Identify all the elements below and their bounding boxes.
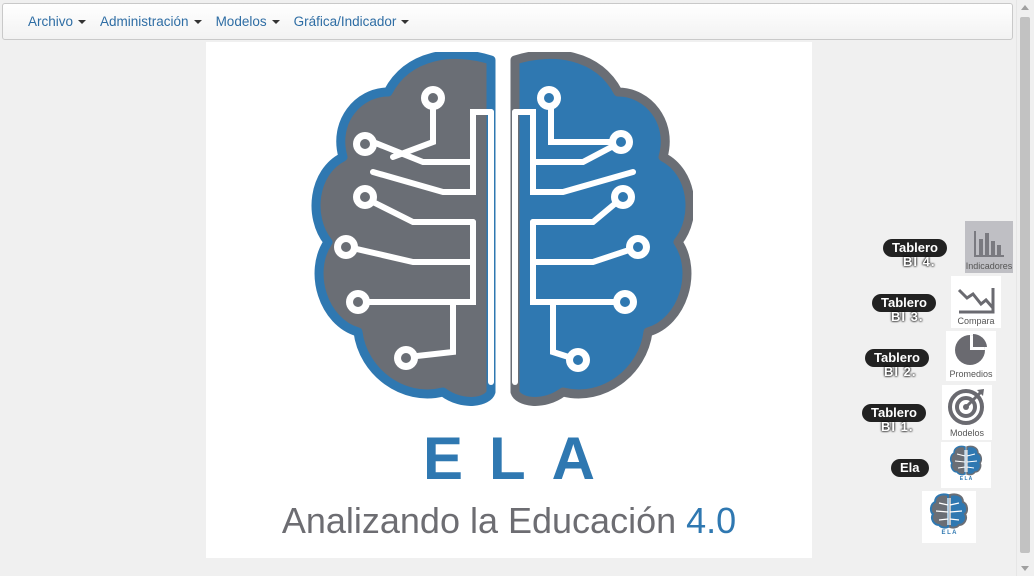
svg-text:E L A: E L A [941,530,957,536]
menu-grafica-indicador-label: Gráfica/Indicador [293,14,397,29]
dock-item-promedios[interactable]: Promedios [946,331,996,381]
dock-item-ela[interactable]: E L A [941,442,991,488]
menu-grafica-indicador[interactable]: Gráfica/Indicador [294,14,410,29]
scroll-up-arrow-icon[interactable] [1021,5,1029,10]
caret-down-icon [193,19,202,24]
target-icon [948,389,984,425]
ela-logo-icon: E L A [949,445,983,482]
dock-item-indicadores[interactable]: Indicadores [965,221,1013,273]
svg-text:E L A: E L A [960,476,973,482]
menu-bar: Archivo Administración Modelos Gráfica/I… [2,3,1013,40]
ela-logo-panel: ELA Analizando la Educación 4.0 [206,42,812,558]
dock-sublabel-bi3: BI 3. [891,309,924,324]
menu-administracion[interactable]: Administración [100,14,202,29]
dock-caption-compara: Compara [957,316,995,326]
dock-caption-modelos: Modelos [949,428,985,438]
logo-version: 4.0 [686,500,737,541]
logo-subtitle: Analizando la Educación 4.0 [206,500,812,542]
brain-circuit-logo-icon [311,52,693,406]
logo-subtitle-text: Analizando la Educación [281,500,677,541]
menu-archivo[interactable]: Archivo [28,14,87,29]
caret-down-icon [401,19,410,24]
menu-modelos[interactable]: Modelos [216,14,280,29]
dock-label-ela: Ela [891,459,929,477]
dock-caption-promedios: Promedios [949,369,993,379]
dock-sublabel-bi1: BI 1. [881,419,914,434]
dock-sublabel-bi2: BI 2. [884,364,917,379]
dock-item-ela-large[interactable]: E L A [922,491,976,543]
ela-logo-icon: E L A [929,493,969,536]
bar-chart-icon [974,231,1004,257]
caret-down-icon [271,19,280,24]
vertical-scrollbar[interactable] [1016,0,1034,576]
menu-modelos-label: Modelos [215,14,267,29]
trend-down-icon [957,288,995,314]
dock-item-modelos[interactable]: Modelos [942,385,992,440]
menu-archivo-label: Archivo [28,14,74,29]
dock-item-compara[interactable]: Compara [951,276,1001,328]
menu-administracion-label: Administración [100,14,189,29]
dock-caption-indicadores: Indicadores [965,261,1013,271]
scroll-thumb[interactable] [1020,17,1030,553]
pie-chart-icon [955,333,987,365]
dock-sublabel-bi4: BI 4. [903,254,936,269]
scroll-down-arrow-icon[interactable] [1021,566,1029,571]
logo-title: ELA [423,425,621,492]
caret-down-icon [78,19,87,24]
